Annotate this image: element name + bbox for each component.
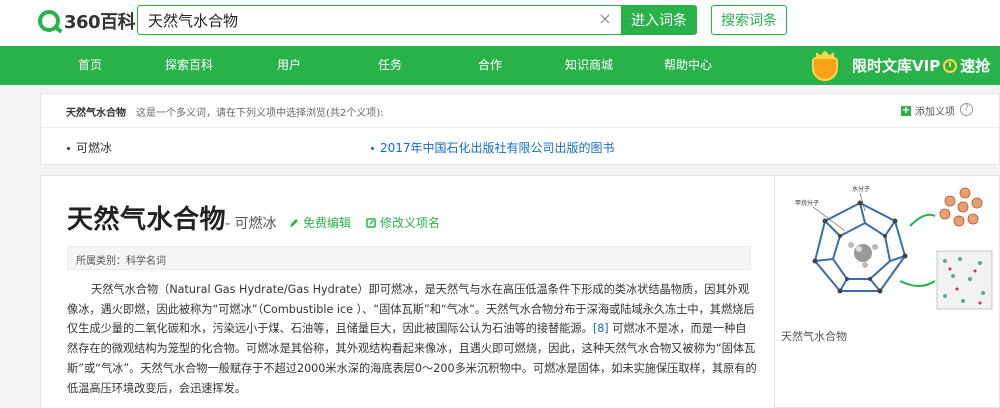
image-label-molecule: 甲烷分子	[795, 199, 819, 207]
side-image-panel: 甲烷分子 水分子 天然气水合物	[775, 175, 1000, 408]
bullet-icon	[67, 147, 70, 150]
category-bar: 所属类别：科学名词	[67, 246, 751, 270]
page-subtitle: - 可燃冰	[225, 216, 277, 232]
nav-item-users[interactable]: 用户	[271, 46, 307, 85]
nav-item-explore[interactable]: 探索百科	[163, 46, 215, 85]
free-edit-label: 免费编辑	[303, 216, 352, 230]
nav-item-tasks[interactable]: 任务	[372, 46, 408, 85]
add-sense-label: 添加义项	[915, 107, 955, 118]
article-paragraph: 天然气水合物（Natural Gas Hydrate/Gas Hydrate）即…	[67, 280, 757, 398]
modify-sense-label: 修改义项名	[380, 216, 441, 230]
sense-item-book[interactable]: 2017年中国石化出版社有限公司出版的图书	[371, 139, 615, 156]
logo-icon	[38, 10, 60, 32]
vip-suffix: 速抢	[960, 57, 991, 75]
image-label-water: 水分子	[852, 185, 870, 193]
disambiguation-title: 天然气水合物	[66, 108, 126, 119]
divider	[41, 127, 999, 128]
sense-item-current: 可燃冰	[67, 139, 112, 156]
search-entry-button[interactable]: 搜索词条	[711, 5, 787, 35]
page-title: 天然气水合物	[67, 205, 227, 235]
nav-item-home[interactable]: 首页	[72, 46, 108, 85]
edit-sense-icon	[366, 217, 376, 228]
image-caption: 天然气水合物	[781, 330, 847, 343]
modify-sense-link[interactable]: 修改义项名	[366, 214, 440, 231]
bullet-icon	[371, 147, 374, 150]
hydrate-structure-image[interactable]: 甲烷分子 水分子	[785, 181, 997, 321]
sense-item-label: 可燃冰	[76, 141, 113, 155]
article-card: 天然气水合物 - 可燃冰 免费编辑 修改义项名 所属类别：科学名词 天然气水合物…	[40, 175, 775, 408]
top-header: 360百科 天然气水合物 × 进入词条 搜索词条	[0, 0, 1000, 46]
nav-item-cooperation[interactable]: 合作	[472, 46, 508, 85]
vip-promo-banner[interactable]: 限时文库VIP 速抢	[806, 46, 990, 85]
plus-icon: +	[901, 104, 911, 116]
clock-icon	[943, 58, 958, 73]
pencil-icon	[290, 218, 298, 227]
logo-text: 360百科	[64, 12, 136, 33]
sense-item-label: 2017年中国石化出版社有限公司出版的图书	[380, 141, 615, 155]
free-edit-link[interactable]: 免费编辑	[289, 214, 351, 231]
help-icon[interactable]: ?	[960, 103, 973, 116]
logo[interactable]: 360百科	[38, 9, 136, 33]
citation-link[interactable]: [8]	[593, 322, 609, 335]
add-sense-button[interactable]: + 添加义项	[901, 103, 955, 118]
vip-crown-icon	[806, 50, 844, 81]
disambiguation-description: 这是一个多义词，请在下列义项中选择浏览(共2个义项):	[136, 108, 384, 119]
main-nav: 首页 探索百科 用户 任务 合作 知识商城 帮助中心 限时文库VIP 速抢	[0, 46, 1000, 85]
enter-entry-button[interactable]: 进入词条	[621, 5, 697, 35]
search-input[interactable]: 天然气水合物	[137, 5, 622, 35]
vip-text: 限时文库VIP	[852, 57, 941, 75]
nav-item-help[interactable]: 帮助中心	[659, 46, 717, 85]
disambiguation-box: 天然气水合物 这是一个多义词，请在下列义项中选择浏览(共2个义项): + 添加义…	[40, 93, 1000, 165]
nav-item-store[interactable]: 知识商城	[560, 46, 618, 85]
clear-icon[interactable]: ×	[596, 10, 614, 28]
